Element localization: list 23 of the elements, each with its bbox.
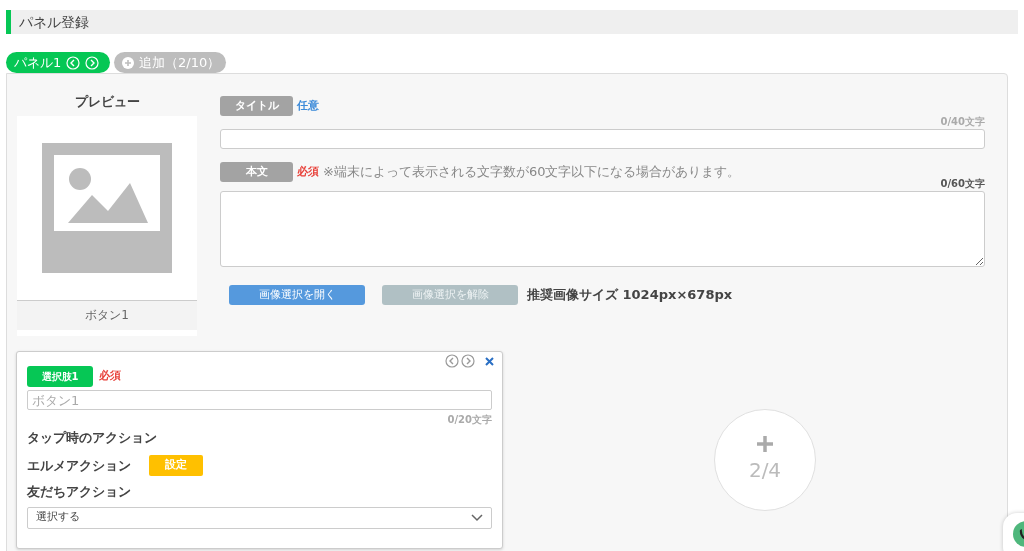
character-counter: 0/40文字 <box>940 115 985 129</box>
image-select-button[interactable]: 画像選択を開く <box>229 285 365 305</box>
tab-label: パネル1 <box>14 53 62 72</box>
character-counter: 0/20文字 <box>447 412 492 427</box>
tab-label: 追加（2/10） <box>139 53 221 72</box>
settings-button[interactable]: 設定 <box>149 455 203 476</box>
required-tag: 必須 <box>297 163 319 181</box>
character-counter: 0/60文字 <box>940 177 985 191</box>
field-note: ※端末によって表示される文字数が60文字以下になる場合があります。 <box>323 163 741 182</box>
preview-heading: プレビュー <box>73 93 141 111</box>
page-title: パネル登録 <box>19 12 89 32</box>
section-label: 友だちアクション <box>27 483 132 501</box>
section-label: タップ時のアクション <box>27 428 158 447</box>
field-label: タイトル <box>220 96 293 116</box>
button-label-input[interactable]: ボタン1 <box>27 390 492 410</box>
field-label: 本文 <box>220 162 293 182</box>
panel-tab[interactable]: 追加（2/10） <box>114 52 226 73</box>
required-tag: 必須 <box>99 368 121 385</box>
action-select[interactable]: 選択する <box>27 506 492 529</box>
image-size-note: 推奨画像サイズ 1024px×678px <box>527 286 733 305</box>
optional-tag: 任意 <box>297 97 319 115</box>
add-choice-button[interactable]: 2/4 <box>714 409 816 511</box>
choice-label: 選択肢1 <box>27 366 93 387</box>
